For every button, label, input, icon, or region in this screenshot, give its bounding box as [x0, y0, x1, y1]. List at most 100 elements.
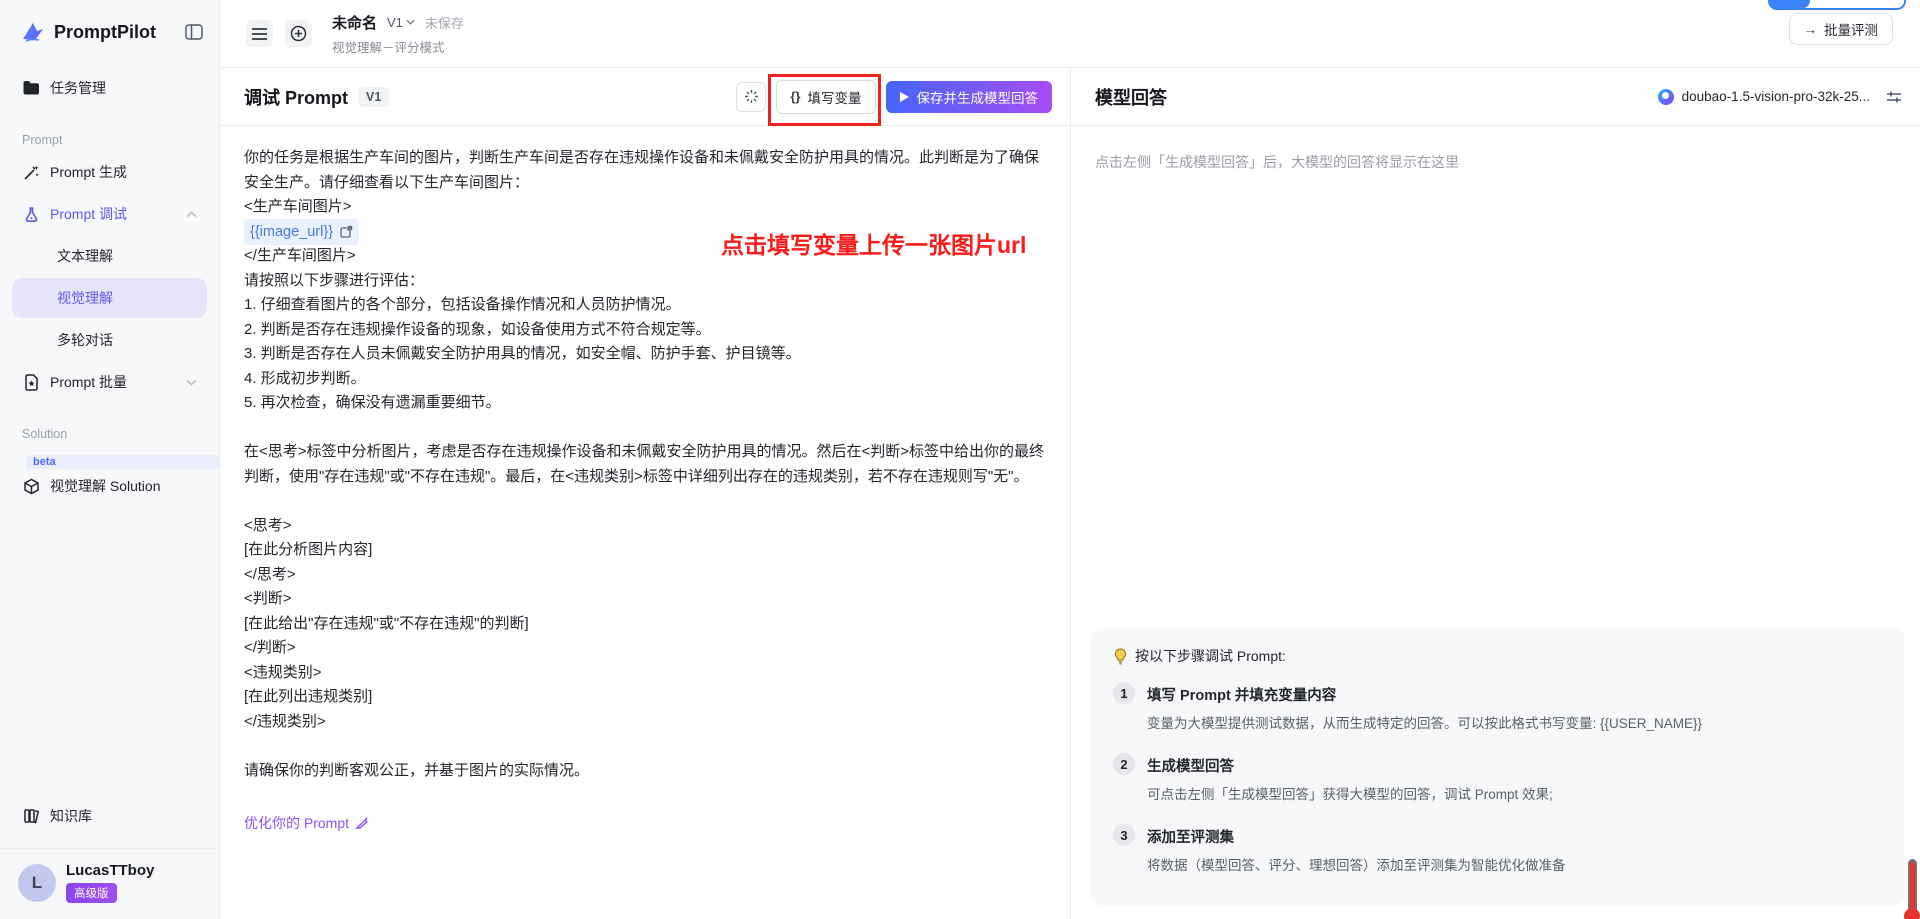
- promptpilot-logo-icon: [20, 20, 46, 44]
- mode-subtitle: 视觉理解－评分模式: [332, 40, 445, 55]
- document-star-icon: [22, 373, 40, 391]
- step-content: 添加至评测集 将数据（模型回答、评分、理想回答）添加至评测集为智能优化做准备: [1147, 824, 1566, 874]
- braces-icon: {}: [790, 89, 801, 104]
- sidebar-item-knowledge-base[interactable]: 知识库: [12, 796, 207, 836]
- brand-name: PromptPilot: [54, 21, 156, 42]
- sidebar-subitem-text-understanding[interactable]: 文本理解: [12, 236, 207, 276]
- chevron-down-icon: [406, 19, 415, 25]
- step-title: 生成模型回答: [1147, 759, 1234, 775]
- batch-eval-button[interactable]: → 批量评测: [1788, 13, 1893, 45]
- ai-sparkle-button[interactable]: [736, 81, 767, 112]
- topbar: 未命名 V1 未保存 视觉理解－评分模式 → 批量评测: [220, 0, 1920, 68]
- scroll-indicator-bulb: [1904, 908, 1920, 919]
- sidebar-item-label: 文本理解: [57, 248, 113, 264]
- sidebar-item-label: Prompt 生成: [50, 164, 128, 180]
- step-description: 变量为大模型提供测试数据，从而生成特定的回答。可以按此格式书写变量: {{USE…: [1147, 716, 1703, 731]
- step-content: 生成模型回答 可点击左侧「生成模型回答」获得大模型的回答，调试 Prompt 效…: [1147, 753, 1553, 803]
- book-icon: [22, 807, 40, 825]
- debug-panel-header: 调试 Prompt V1 {} 填写变量 保存并生成模型回答: [220, 68, 1070, 126]
- sidebar-item-prompt-batch[interactable]: Prompt 批量: [12, 362, 207, 402]
- answer-panel-header: 模型回答 doubao-1.5-vision-pro-32k-25...: [1071, 68, 1920, 126]
- scroll-indicator[interactable]: [1904, 859, 1920, 919]
- user-profile[interactable]: L LucasTTboy 高级版: [0, 848, 219, 919]
- step-title: 添加至评测集: [1147, 830, 1234, 846]
- sidebar-item-label: 多轮对话: [57, 332, 113, 348]
- version-selector[interactable]: V1: [387, 15, 415, 30]
- sparkle-icon: [744, 90, 758, 103]
- debug-panel-title: 调试 Prompt: [244, 87, 349, 108]
- step-content: 填写 Prompt 并填充变量内容 变量为大模型提供测试数据，从而生成特定的回答…: [1147, 682, 1702, 732]
- panels: 调试 Prompt V1 {} 填写变量 保存并生成模型回答 点击填写变量上传一…: [220, 68, 1920, 919]
- save-generate-button[interactable]: 保存并生成模型回答: [885, 80, 1052, 113]
- optimize-prompt-link[interactable]: 优化你的 Prompt: [244, 811, 1046, 836]
- sidebar-subitem-multiturn-dialog[interactable]: 多轮对话: [12, 320, 207, 360]
- sidebar-header: PromptPilot: [0, 0, 219, 58]
- folder-icon: [22, 79, 40, 97]
- sidebar-section-prompt: Prompt: [22, 133, 63, 147]
- guide-steps: 1 填写 Prompt 并填充变量内容 变量为大模型提供测试数据，从而生成特定的…: [1113, 682, 1882, 874]
- chevron-down-icon[interactable]: [186, 379, 197, 386]
- answer-panel-title: 模型回答: [1095, 87, 1167, 108]
- sidebar-item-vision-solution[interactable]: 视觉理解 Solution: [12, 466, 207, 506]
- step-number: 3: [1113, 824, 1135, 846]
- document-info: 未命名 V1 未保存 视觉理解－评分模式: [332, 12, 464, 56]
- model-selector[interactable]: doubao-1.5-vision-pro-32k-25...: [1657, 88, 1902, 105]
- model-name[interactable]: doubao-1.5-vision-pro-32k-25...: [1682, 89, 1870, 104]
- lightbulb-icon: [1115, 647, 1126, 664]
- cube-icon: [22, 477, 40, 495]
- step-description: 将数据（模型回答、评分、理想回答）添加至评测集为智能优化做准备: [1147, 858, 1566, 873]
- sidebar-item-prompt-debug[interactable]: Prompt 调试: [12, 194, 207, 234]
- premium-badge: 高级版: [66, 883, 117, 903]
- new-task-button[interactable]: [285, 20, 312, 47]
- sidebar-item-label: 知识库: [50, 808, 92, 824]
- model-settings-icon[interactable]: [1886, 90, 1902, 104]
- sidebar-item-prompt-generate[interactable]: Prompt 生成: [12, 152, 207, 192]
- top-right-partial-toggle[interactable]: [1768, 0, 1906, 10]
- menu-button[interactable]: [246, 20, 273, 47]
- prompt-text-part2: </生产车间图片> 请按照以下步骤进行评估： 1. 仔细查看图片的各个部分，包括…: [244, 247, 1045, 779]
- version-badge: V1: [358, 86, 390, 107]
- doubao-model-icon: [1657, 88, 1674, 105]
- step-description: 可点击左侧「生成模型回答」获得大模型的回答，调试 Prompt 效果;: [1147, 787, 1553, 802]
- guide-title: 按以下步骤调试 Prompt:: [1135, 648, 1286, 664]
- sidebar-subitem-vision-understanding[interactable]: 视觉理解: [12, 278, 207, 318]
- sidebar-bottom: 知识库 L LucasTTboy 高级版: [0, 795, 219, 919]
- magic-edit-icon: [355, 817, 369, 829]
- unsaved-status: 未保存: [424, 15, 464, 31]
- expand-variable-icon[interactable]: [340, 225, 353, 238]
- debug-prompt-panel: 调试 Prompt V1 {} 填写变量 保存并生成模型回答 点击填写变量上传一…: [220, 68, 1070, 919]
- debug-steps-guide: 按以下步骤调试 Prompt: 1 填写 Prompt 并填充变量内容 变量为大…: [1091, 628, 1904, 905]
- chevron-up-icon[interactable]: [186, 210, 197, 218]
- step-number: 2: [1113, 753, 1135, 775]
- prompt-editor[interactable]: 你的任务是根据生产车间的图片，判断生产车间是否存在违规操作设备和未佩戴安全防护用…: [220, 126, 1070, 856]
- magic-wand-icon: [22, 163, 40, 181]
- fill-variables-button[interactable]: {} 填写变量: [776, 79, 876, 114]
- avatar: L: [18, 863, 56, 902]
- user-meta: LucasTTboy 高级版: [66, 862, 154, 903]
- sidebar-item-label: 视觉理解: [57, 290, 113, 306]
- step-title: 填写 Prompt 并填充变量内容: [1147, 688, 1337, 704]
- model-answer-panel: 模型回答 doubao-1.5-vision-pro-32k-25... 点击左…: [1070, 68, 1920, 919]
- guide-step: 3 添加至评测集 将数据（模型回答、评分、理想回答）添加至评测集为智能优化做准备: [1113, 824, 1882, 874]
- sidebar-item-task-management[interactable]: 任务管理: [12, 68, 207, 108]
- guide-step: 1 填写 Prompt 并填充变量内容 变量为大模型提供测试数据，从而生成特定的…: [1113, 682, 1882, 732]
- arrow-right-icon: →: [1803, 21, 1818, 37]
- sidebar-item-label: 任务管理: [50, 80, 106, 96]
- user-name: LucasTTboy: [66, 862, 155, 879]
- main-area: 未命名 V1 未保存 视觉理解－评分模式 → 批量评测 调试 Prompt V1…: [220, 0, 1920, 919]
- answer-placeholder: 点击左侧「生成模型回答」后，大模型的回答将显示在这里: [1095, 154, 1459, 170]
- toggle-fill: [1770, 0, 1810, 8]
- play-icon: [899, 91, 909, 102]
- document-title[interactable]: 未命名: [332, 12, 377, 33]
- app-root: PromptPilot 任务管理 Prompt Prompt 生成 Prompt…: [0, 0, 1920, 919]
- image-url-variable-chip[interactable]: {{image_url}}: [244, 218, 360, 245]
- sidebar-item-label: Prompt 批量: [50, 374, 128, 390]
- sidebar-collapse-icon[interactable]: [185, 24, 203, 40]
- sidebar-item-label: 视觉理解 Solution: [50, 478, 161, 494]
- prompt-text-part1: 你的任务是根据生产车间的图片，判断生产车间是否存在违规操作设备和未佩戴安全防护用…: [244, 149, 1040, 215]
- sidebar-item-label: Prompt 调试: [50, 206, 128, 222]
- guide-step: 2 生成模型回答 可点击左侧「生成模型回答」获得大模型的回答，调试 Prompt…: [1113, 753, 1882, 803]
- sidebar-section-solution: Solution: [22, 427, 68, 441]
- step-number: 1: [1113, 682, 1135, 704]
- sidebar: PromptPilot 任务管理 Prompt Prompt 生成 Prompt…: [0, 0, 220, 919]
